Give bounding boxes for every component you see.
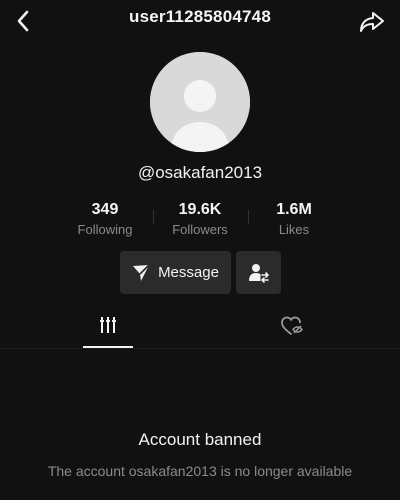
profile-stats: 349 Following 19.6K Followers 1.6M Likes xyxy=(0,200,400,244)
profile-handle: @osakafan2013 xyxy=(137,163,263,182)
send-icon xyxy=(133,263,150,281)
profile-username: user11285804748 xyxy=(129,7,271,26)
stat-likes[interactable]: 1.6M Likes xyxy=(239,200,349,239)
stat-following-value: 349 xyxy=(91,201,119,218)
banned-notice-description: The account osakafan2013 is no longer av… xyxy=(47,463,353,479)
avatar xyxy=(150,52,250,152)
tabs-divider xyxy=(0,348,400,349)
stat-following-label: Following xyxy=(77,222,133,237)
message-button-label: Message xyxy=(158,264,219,281)
user-swap-icon xyxy=(248,263,269,283)
tab-liked[interactable] xyxy=(192,312,392,348)
stat-likes-label: Likes xyxy=(278,222,310,237)
banned-notice-title: Account banned xyxy=(138,430,262,449)
default-avatar-icon xyxy=(150,52,250,152)
message-button[interactable]: Message xyxy=(120,251,231,294)
tab-videos[interactable] xyxy=(8,312,208,348)
liked-hidden-icon xyxy=(281,316,303,335)
stat-following[interactable]: 349 Following xyxy=(50,200,160,239)
profile-tabs xyxy=(0,312,400,348)
stat-likes-value: 1.6M xyxy=(276,201,312,218)
share-arrow-icon xyxy=(360,12,384,32)
follow-options-button[interactable] xyxy=(236,251,281,294)
videos-grid-icon xyxy=(100,317,116,333)
header: user11285804748 xyxy=(0,0,400,40)
share-button[interactable] xyxy=(358,8,386,36)
